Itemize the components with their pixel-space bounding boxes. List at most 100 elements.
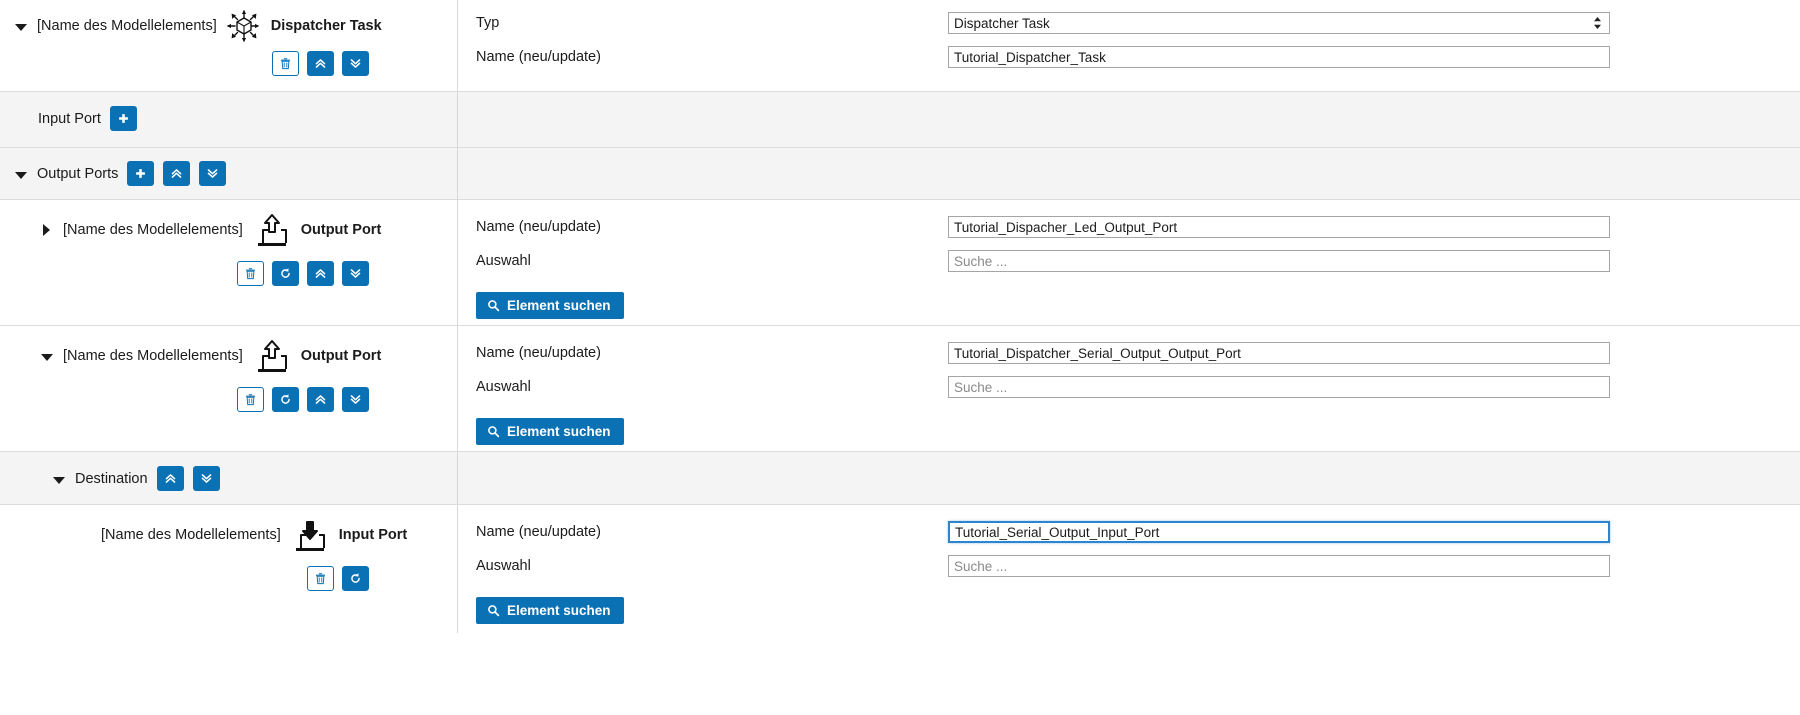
output-port-2-left: [Name des Modellelements] Output Port bbox=[0, 326, 458, 451]
search-element-button-label: Element suchen bbox=[507, 298, 611, 313]
output-port-icon bbox=[252, 339, 292, 373]
destination-port-auswahl-row: Auswahl bbox=[458, 549, 1800, 583]
typ-select[interactable] bbox=[948, 12, 1610, 34]
chevron-right-icon[interactable] bbox=[40, 223, 54, 237]
reset-button[interactable] bbox=[342, 566, 369, 591]
destination-move-down-button[interactable] bbox=[192, 466, 220, 491]
search-element-button[interactable]: Element suchen bbox=[476, 597, 624, 624]
chevron-double-up-icon bbox=[314, 57, 327, 70]
destination-port-element-label: [Name des Modellelements] bbox=[101, 527, 281, 543]
output-port-2-search-row: Element suchen bbox=[458, 404, 1800, 445]
delete-button[interactable] bbox=[272, 51, 299, 76]
destination-port-auswahl-input[interactable] bbox=[948, 555, 1610, 577]
magnifier-icon bbox=[487, 425, 500, 438]
chevron-double-up-icon bbox=[164, 472, 177, 485]
destination-header-line[interactable]: Destination bbox=[0, 452, 457, 491]
trash-icon bbox=[244, 267, 257, 280]
destination-port-button-row bbox=[0, 552, 457, 601]
chevron-down-icon[interactable] bbox=[14, 167, 28, 181]
output-port-2-auswahl-input[interactable] bbox=[948, 376, 1610, 398]
output-port-1-name-row: Name (neu/update) bbox=[458, 210, 1800, 244]
typ-select-wrap[interactable] bbox=[948, 12, 1610, 34]
destination-move-up-button[interactable] bbox=[156, 466, 184, 491]
chevron-down-icon[interactable] bbox=[14, 19, 28, 33]
root-name-input[interactable] bbox=[948, 46, 1610, 68]
dispatcher-task-section: [Name des Modellelements] Dispatcher Tas… bbox=[0, 0, 1800, 92]
output-port-1-element-label: [Name des Modellelements] bbox=[63, 222, 243, 238]
destination-port-auswahl-label: Auswahl bbox=[476, 558, 531, 574]
refresh-icon bbox=[349, 572, 362, 585]
output-port-2-tree-line[interactable]: [Name des Modellelements] Output Port bbox=[0, 326, 457, 373]
destination-port-name-label: Name (neu/update) bbox=[476, 524, 601, 540]
output-ports-move-up-button[interactable] bbox=[163, 161, 191, 186]
output-port-2-element-label: [Name des Modellelements] bbox=[63, 348, 243, 364]
output-ports-section-label: Output Ports bbox=[37, 165, 119, 182]
output-ports-header-line[interactable]: Output Ports bbox=[0, 148, 457, 186]
chevron-double-up-icon bbox=[314, 393, 327, 406]
add-output-port-button[interactable] bbox=[127, 161, 155, 186]
output-port-2-auswahl-label: Auswahl bbox=[476, 379, 531, 395]
reset-button[interactable] bbox=[272, 387, 299, 412]
destination-section-label: Destination bbox=[75, 470, 148, 487]
move-down-button[interactable] bbox=[342, 387, 369, 412]
chevron-down-icon[interactable] bbox=[40, 349, 54, 363]
chevron-double-down-icon bbox=[349, 393, 362, 406]
output-port-2-name-label: Name (neu/update) bbox=[476, 345, 601, 361]
destination-header-left: Destination bbox=[0, 452, 458, 504]
move-up-button[interactable] bbox=[307, 51, 334, 76]
dispatcher-task-type-label: Dispatcher Task bbox=[270, 18, 382, 34]
output-port-1-auswahl-input[interactable] bbox=[948, 250, 1610, 272]
chevron-down-icon[interactable] bbox=[52, 472, 66, 486]
chevron-double-down-icon bbox=[200, 472, 213, 485]
output-port-1-auswahl-label: Auswahl bbox=[476, 253, 531, 269]
chevron-double-up-icon bbox=[314, 267, 327, 280]
move-down-button[interactable] bbox=[342, 261, 369, 286]
destination-port-right: Name (neu/update) Auswahl Element suchen bbox=[458, 505, 1800, 633]
output-port-row: [Name des Modellelements] Output Port Na… bbox=[0, 326, 1800, 452]
plus-icon bbox=[134, 167, 147, 180]
output-port-row: [Name des Modellelements] Output Port Na… bbox=[0, 200, 1800, 326]
destination-port-name-row: Name (neu/update) bbox=[458, 515, 1800, 549]
output-port-1-name-label: Name (neu/update) bbox=[476, 219, 601, 235]
output-port-1-tree-line[interactable]: [Name des Modellelements] Output Port bbox=[0, 200, 457, 247]
typ-label: Typ bbox=[476, 15, 500, 31]
output-port-2-auswahl-row: Auswahl bbox=[458, 370, 1800, 404]
dispatcher-task-tree-line[interactable]: [Name des Modellelements] Dispatcher Tas… bbox=[0, 0, 457, 43]
output-port-1-name-input[interactable] bbox=[948, 216, 1610, 238]
input-port-add-right bbox=[458, 92, 1800, 147]
reset-button[interactable] bbox=[272, 261, 299, 286]
chevron-double-down-icon bbox=[349, 57, 362, 70]
destination-input-port-row: [Name des Modellelements] Input Port Nam… bbox=[0, 505, 1800, 633]
typ-field-row: Typ bbox=[458, 6, 1800, 40]
search-element-button[interactable]: Element suchen bbox=[476, 418, 624, 445]
delete-button[interactable] bbox=[307, 566, 334, 591]
move-up-button[interactable] bbox=[307, 387, 334, 412]
add-input-port-button[interactable] bbox=[109, 106, 137, 131]
input-port-add-line: Input Port bbox=[0, 92, 457, 131]
delete-button[interactable] bbox=[237, 387, 264, 412]
output-ports-move-down-button[interactable] bbox=[199, 161, 227, 186]
destination-port-search-row: Element suchen bbox=[458, 583, 1800, 624]
destination-port-tree-line: [Name des Modellelements] Input Port bbox=[0, 505, 457, 552]
output-port-1-type-label: Output Port bbox=[300, 222, 382, 238]
magnifier-icon bbox=[487, 299, 500, 312]
output-port-1-search-row: Element suchen bbox=[458, 278, 1800, 319]
search-element-button-label: Element suchen bbox=[507, 424, 611, 439]
dispatcher-task-button-row bbox=[0, 43, 457, 86]
output-port-2-right: Name (neu/update) Auswahl Element suchen bbox=[458, 326, 1800, 451]
output-ports-header-left: Output Ports bbox=[0, 148, 458, 199]
trash-icon bbox=[314, 572, 327, 585]
magnifier-icon bbox=[487, 604, 500, 617]
element-editor-page: [Name des Modellelements] Dispatcher Tas… bbox=[0, 0, 1800, 715]
refresh-icon bbox=[279, 393, 292, 406]
output-port-2-name-row: Name (neu/update) bbox=[458, 336, 1800, 370]
delete-button[interactable] bbox=[237, 261, 264, 286]
output-port-2-name-input[interactable] bbox=[948, 342, 1610, 364]
chevron-double-down-icon bbox=[349, 267, 362, 280]
move-down-button[interactable] bbox=[342, 51, 369, 76]
destination-header-right bbox=[458, 452, 1800, 504]
search-element-button[interactable]: Element suchen bbox=[476, 292, 624, 319]
output-ports-header-right bbox=[458, 148, 1800, 199]
move-up-button[interactable] bbox=[307, 261, 334, 286]
destination-port-name-input[interactable] bbox=[948, 521, 1610, 543]
